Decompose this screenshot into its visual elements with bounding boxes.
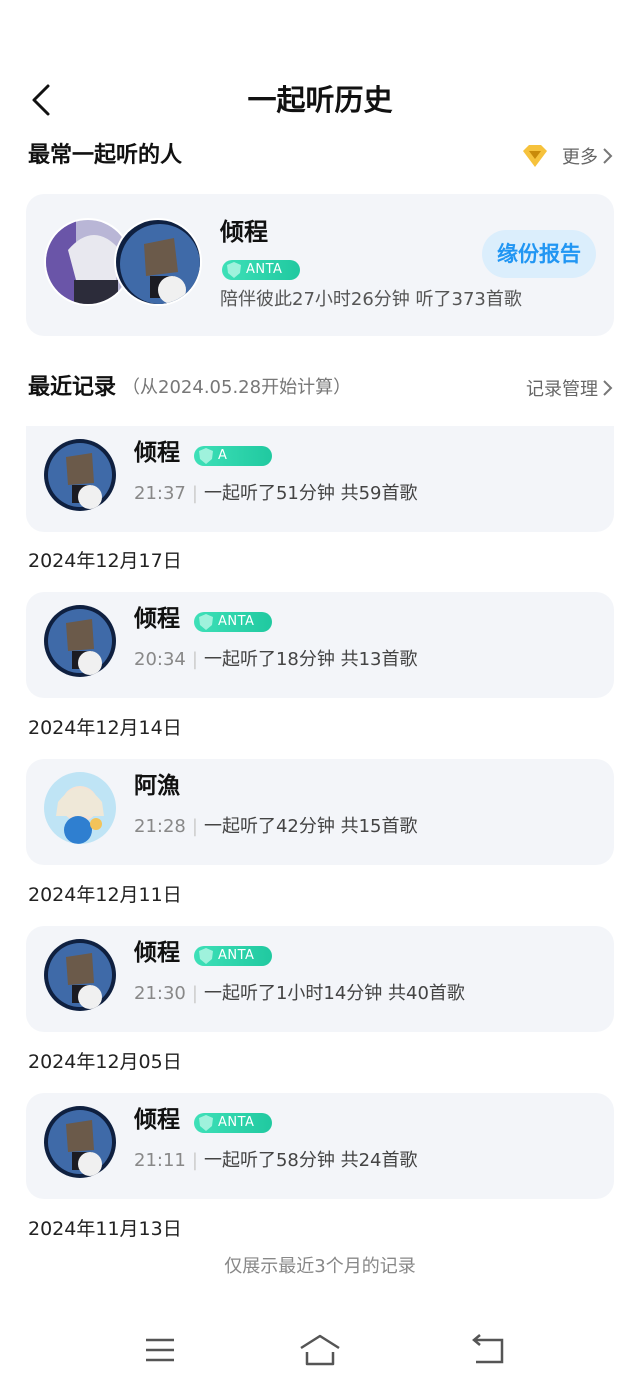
shield-icon bbox=[199, 448, 213, 464]
record-name: 倾程 bbox=[134, 440, 180, 466]
record-badge: ANTA bbox=[194, 1113, 272, 1133]
footer-note: 仅展示最近3个月的记录 bbox=[224, 1256, 416, 1277]
record-badge: A bbox=[194, 446, 272, 466]
partner-name: 倾程 bbox=[220, 218, 268, 246]
partner-avatar bbox=[44, 1106, 116, 1178]
record-detail: 一起听了18分钟 共13首歌 bbox=[203, 649, 418, 670]
recent-section-title: 最近记录 bbox=[28, 375, 117, 400]
record-badge: ANTA bbox=[194, 612, 272, 632]
record-name: 倾程 bbox=[134, 606, 180, 632]
system-nav-bar bbox=[0, 1320, 640, 1380]
chevron-right-icon bbox=[603, 380, 613, 396]
separator: | bbox=[191, 1150, 198, 1171]
record-badge-text: A bbox=[218, 448, 228, 463]
record-badge-text: ANTA bbox=[218, 948, 255, 963]
record-item[interactable]: 倾程 ANTA 21:11 | 一起听了58分钟 共24首歌 bbox=[26, 1093, 614, 1199]
record-time: 21:11 bbox=[134, 1150, 186, 1171]
record-meta: 21:11 | 一起听了58分钟 共24首歌 bbox=[134, 1147, 417, 1175]
home-icon bbox=[300, 1334, 340, 1366]
record-item[interactable]: 倾程 A 21:37 | 一起听了51分钟 共59首歌 bbox=[26, 426, 614, 532]
record-name: 阿漁 bbox=[134, 773, 180, 799]
destiny-report-button[interactable]: 缘份报告 bbox=[482, 230, 596, 278]
partner-badge: ANTA bbox=[222, 260, 300, 280]
record-meta: 21:28 | 一起听了42分钟 共15首歌 bbox=[134, 813, 417, 841]
separator: | bbox=[191, 649, 198, 670]
partner-avatar bbox=[114, 218, 202, 306]
date-label: 2024年12月14日 bbox=[28, 717, 182, 739]
record-detail: 一起听了42分钟 共15首歌 bbox=[203, 816, 418, 837]
return-icon bbox=[472, 1334, 504, 1364]
menu-icon bbox=[146, 1338, 174, 1362]
recent-section-header: 最近记录 （从2024.05.28开始计算） 记录管理 bbox=[28, 370, 614, 406]
record-meta: 21:37 | 一起听了51分钟 共59首歌 bbox=[134, 480, 417, 508]
record-manage-label: 记录管理 bbox=[526, 379, 598, 400]
record-time: 21:30 bbox=[134, 983, 186, 1004]
separator: | bbox=[191, 983, 198, 1004]
record-time: 21:28 bbox=[134, 816, 186, 837]
date-label: 2024年12月05日 bbox=[28, 1051, 182, 1073]
frequent-partner-card[interactable]: 倾程 ANTA 陪伴彼此27小时26分钟 听了373首歌 缘份报告 bbox=[26, 194, 614, 336]
record-manage-link[interactable]: 记录管理 bbox=[526, 375, 614, 401]
recent-section-subtitle: （从2024.05.28开始计算） bbox=[122, 377, 352, 398]
record-detail: 一起听了51分钟 共59首歌 bbox=[203, 483, 418, 504]
record-name: 倾程 bbox=[134, 1107, 180, 1133]
date-label: 2024年12月11日 bbox=[28, 884, 182, 906]
shield-icon bbox=[227, 262, 241, 278]
avatar-pair bbox=[44, 218, 204, 308]
partner-avatar bbox=[44, 772, 116, 844]
back-nav-button[interactable] bbox=[466, 1332, 510, 1368]
partner-avatar bbox=[44, 439, 116, 511]
shield-icon bbox=[199, 1115, 213, 1131]
record-item[interactable]: 阿漁 21:28 | 一起听了42分钟 共15首歌 bbox=[26, 759, 614, 865]
frequent-section-title: 最常一起听的人 bbox=[28, 143, 183, 168]
top-bar: 一起听历史 bbox=[0, 0, 640, 136]
record-badge-text: ANTA bbox=[218, 614, 255, 629]
shield-icon bbox=[199, 948, 213, 964]
partner-summary: 陪伴彼此27小时26分钟 听了373首歌 bbox=[220, 289, 522, 310]
frequent-section-header: 最常一起听的人 更多 bbox=[28, 138, 614, 174]
record-detail: 一起听了1小时14分钟 共40首歌 bbox=[203, 983, 465, 1004]
home-button[interactable] bbox=[298, 1332, 342, 1368]
partner-avatar bbox=[44, 605, 116, 677]
more-link[interactable]: 更多 bbox=[516, 143, 614, 169]
menu-button[interactable] bbox=[138, 1332, 182, 1368]
date-label: 2024年11月13日 bbox=[28, 1218, 182, 1240]
partner-badge-text: ANTA bbox=[246, 262, 283, 277]
date-label: 2024年12月17日 bbox=[28, 550, 182, 572]
record-time: 21:37 bbox=[134, 483, 186, 504]
record-time: 20:34 bbox=[134, 649, 186, 670]
page-title: 一起听历史 bbox=[247, 83, 393, 117]
partner-avatar bbox=[44, 939, 116, 1011]
vip-diamond-icon bbox=[523, 145, 547, 167]
record-detail: 一起听了58分钟 共24首歌 bbox=[203, 1150, 418, 1171]
shield-icon bbox=[199, 614, 213, 630]
record-name: 倾程 bbox=[134, 940, 180, 966]
record-meta: 20:34 | 一起听了18分钟 共13首歌 bbox=[134, 646, 417, 674]
record-badge: ANTA bbox=[194, 946, 272, 966]
record-meta: 21:30 | 一起听了1小时14分钟 共40首歌 bbox=[134, 980, 465, 1008]
separator: | bbox=[191, 816, 198, 837]
record-item[interactable]: 倾程 ANTA 21:30 | 一起听了1小时14分钟 共40首歌 bbox=[26, 926, 614, 1032]
record-item[interactable]: 倾程 ANTA 20:34 | 一起听了18分钟 共13首歌 bbox=[26, 592, 614, 698]
record-badge-text: ANTA bbox=[218, 1115, 255, 1130]
separator: | bbox=[191, 483, 198, 504]
more-label: 更多 bbox=[562, 147, 598, 168]
chevron-right-icon bbox=[603, 148, 613, 164]
